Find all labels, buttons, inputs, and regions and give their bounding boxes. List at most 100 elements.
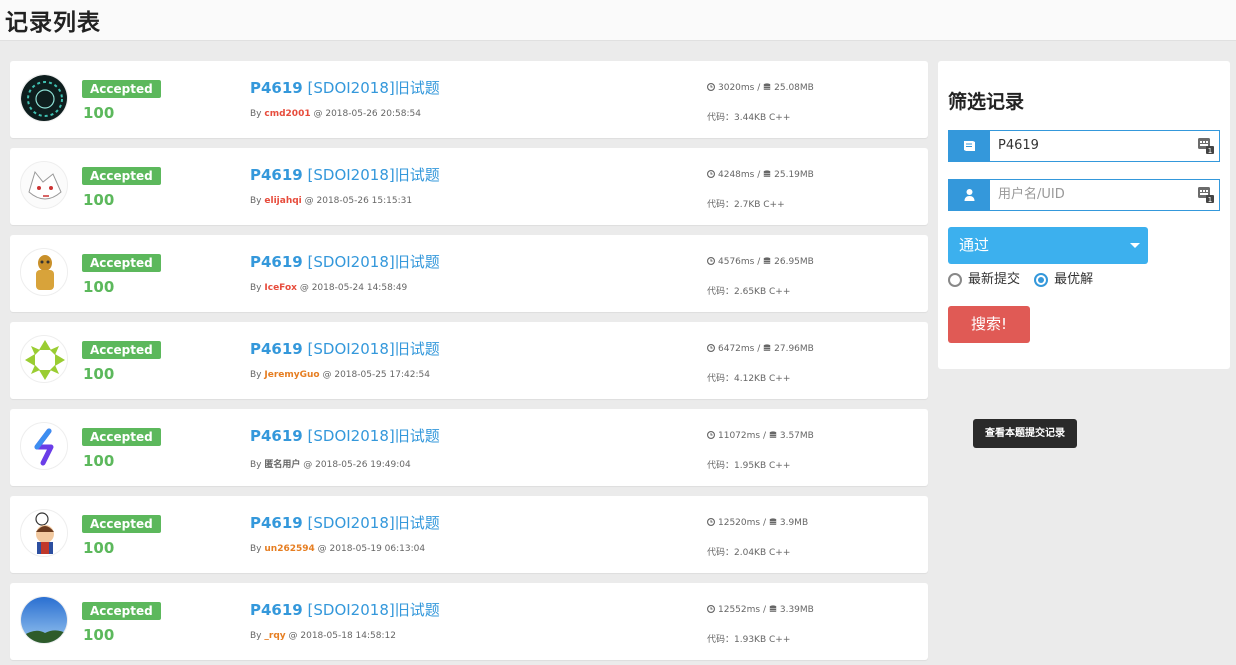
user-link[interactable]: cmd2001 [264,109,310,119]
white-cat-avatar-icon [21,162,67,208]
status-badge[interactable]: Accepted [82,167,161,185]
database-icon [769,431,777,438]
problem-id[interactable]: P4619 [250,427,303,445]
score: 100 [83,278,115,296]
memory: 27.96MB [774,344,814,354]
user-link[interactable]: _rqy [264,631,285,641]
radio-circle-icon[interactable] [1034,273,1049,287]
problem-title[interactable]: [SDOI2018]旧试题 [308,166,440,184]
score: 100 [83,104,115,122]
search-button[interactable]: 搜索! [948,306,1030,343]
status-badge[interactable]: Accepted [82,602,161,620]
status-select[interactable]: 通过 [948,227,1148,264]
clock-icon [707,83,715,91]
status-badge[interactable]: Accepted [82,254,161,272]
record-row[interactable]: Accepted 100 P4619 [SDOI2018]旧试题 By _rqy… [10,583,928,660]
problem-title[interactable]: [SDOI2018]旧试题 [308,340,440,358]
avatar[interactable] [20,596,68,644]
avatar[interactable] [20,74,68,122]
problem-link[interactable]: P4619 [SDOI2018]旧试题 [250,512,440,533]
avatar[interactable] [20,422,68,470]
order-radio-latest[interactable]: 最新提交 [948,272,1020,288]
avatar[interactable] [20,335,68,383]
record-row[interactable]: Accepted 100 P4619 [SDOI2018]旧试题 By elij… [10,148,928,225]
problem-title[interactable]: [SDOI2018]旧试题 [308,427,440,445]
code-label: 代码： [707,374,735,384]
page-header: 记录列表 [0,0,1236,41]
page-title: 记录列表 [5,10,101,36]
record-row[interactable]: Accepted 100 P4619 [SDOI2018]旧试题 By IceF… [10,235,928,312]
status-badge[interactable]: Accepted [82,80,161,98]
problem-id[interactable]: P4619 [250,340,303,358]
problem-link[interactable]: P4619 [SDOI2018]旧试题 [250,77,440,98]
avatar[interactable] [20,161,68,209]
problem-link[interactable]: P4619 [SDOI2018]旧试题 [250,251,440,272]
score: 100 [83,626,115,644]
run-time: 12552ms [718,605,761,615]
submit-time: @ 2018-05-26 20:58:54 [313,109,421,119]
code-size-lang: 1.93KB C++ [734,635,791,645]
user-link[interactable]: JeremyGuo [264,370,319,380]
user-link[interactable]: elijahqi [264,196,301,206]
code-stats: 代码：1.95KB C++ [707,458,790,471]
avatar[interactable] [20,248,68,296]
submit-info: By un262594 @ 2018-05-19 06:13:04 [250,544,425,554]
by-label: By [250,544,262,554]
radio-circle-icon[interactable] [948,273,962,287]
record-row[interactable]: Accepted 100 P4619 [SDOI2018]旧试题 By un26… [10,496,928,573]
keyboard-icon[interactable]: 1 [1198,187,1214,203]
memory: 3.9MB [779,518,809,528]
user-link[interactable]: un262594 [264,544,314,554]
record-row[interactable]: Accepted 100 P4619 [SDOI2018]旧试题 By cmd2… [10,61,928,138]
problem-id[interactable]: P4619 [250,514,303,532]
user-link[interactable]: 匿名用户 [264,460,300,470]
clock-icon [707,431,715,439]
keyboard-icon[interactable]: 1 [1198,138,1214,154]
by-label: By [250,460,262,470]
order-radio-best[interactable]: 最优解 [1034,272,1093,288]
problem-id[interactable]: P4619 [250,601,303,619]
user-link[interactable]: IceFox [264,283,297,293]
database-icon [763,83,771,90]
by-label: By [250,631,262,641]
code-stats: 代码：4.12KB C++ [707,371,790,384]
status-badge[interactable]: Accepted [82,515,161,533]
run-time: 11072ms [718,431,761,441]
record-row[interactable]: Accepted 100 P4619 [SDOI2018]旧试题 By Jere… [10,322,928,399]
problem-link[interactable]: P4619 [SDOI2018]旧试题 [250,338,440,359]
code-stats: 代码：3.44KB C++ [707,110,790,123]
code-label: 代码： [707,200,735,210]
status-badge[interactable]: Accepted [82,428,161,446]
problem-id[interactable]: P4619 [250,166,303,184]
problem-title[interactable]: [SDOI2018]旧试题 [308,253,440,271]
problem-id[interactable]: P4619 [250,79,303,97]
problem-link[interactable]: P4619 [SDOI2018]旧试题 [250,599,440,620]
problem-title[interactable]: [SDOI2018]旧试题 [308,514,440,532]
problem-title[interactable]: [SDOI2018]旧试题 [308,601,440,619]
record-row[interactable]: Accepted 100 P4619 [SDOI2018]旧试题 By 匿名用户… [10,409,928,486]
user-input[interactable]: 用户名/UID [991,180,1065,210]
order-label: 最优解 [1054,272,1094,287]
green-triangles-avatar-icon [21,336,67,382]
code-label: 代码： [707,635,735,645]
book-icon [964,141,975,151]
code-label: 代码： [707,461,735,471]
problem-title[interactable]: [SDOI2018]旧试题 [308,79,440,97]
run-time: 4248ms [718,170,755,180]
score: 100 [83,191,115,209]
order-label: 最新提交 [968,272,1021,287]
problem-link[interactable]: P4619 [SDOI2018]旧试题 [250,164,440,185]
clock-icon [707,518,715,526]
code-size-lang: 4.12KB C++ [734,374,791,384]
avatar[interactable] [20,509,68,557]
problem-id[interactable]: P4619 [250,253,303,271]
submit-time: @ 2018-05-26 15:15:31 [304,196,413,206]
user-icon-addon [949,180,990,210]
run-stats: 11072ms / 3.57MB [707,431,814,441]
memory: 25.19MB [774,170,814,180]
memory: 3.57MB [779,431,814,441]
status-badge[interactable]: Accepted [82,341,161,359]
problem-input[interactable]: P4619 [991,131,1039,161]
problem-link[interactable]: P4619 [SDOI2018]旧试题 [250,425,440,446]
code-size-lang: 2.65KB C++ [734,287,791,297]
